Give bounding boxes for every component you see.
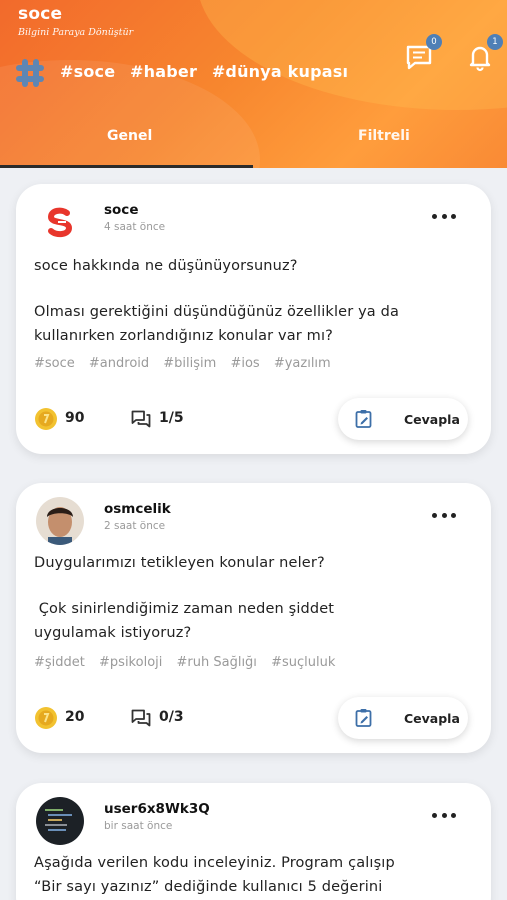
avatar[interactable]	[36, 198, 84, 246]
header-decoration	[197, 0, 507, 110]
app-header: soce Bilgini Paraya Dönüştür #soce #habe…	[0, 0, 507, 168]
messages-badge: 0	[426, 34, 442, 50]
messages-button[interactable]: 0	[404, 34, 442, 72]
post-tag[interactable]: #android	[89, 356, 149, 371]
answers-icon	[131, 709, 151, 727]
more-options-icon[interactable]	[432, 214, 456, 222]
post-tag[interactable]: #şiddet	[34, 655, 85, 670]
edit-icon	[355, 410, 372, 428]
post-tag[interactable]: #psikoloji	[99, 655, 162, 670]
post-tags: #şiddet #psikoloji #ruh Sağlığı #suçlulu…	[34, 655, 345, 670]
post-question[interactable]: Duygularımızı tetikleyen konular neler?	[34, 551, 479, 575]
trending-tag[interactable]: #haber	[130, 62, 197, 81]
post-question[interactable]: soce hakkında ne düşünüyorsunuz?	[34, 254, 479, 278]
code-screen-photo	[36, 797, 84, 845]
post-tag[interactable]: #yazılım	[274, 356, 331, 371]
answer-count: 0/3	[159, 709, 184, 725]
brand: soce Bilgini Paraya Dönüştür	[18, 4, 133, 38]
avatar[interactable]	[36, 797, 84, 845]
post-author[interactable]: user6x8Wk3Q	[104, 801, 210, 817]
post-time: 2 saat önce	[104, 520, 166, 532]
trending-tag[interactable]: #dünya kupası	[212, 62, 348, 81]
post-tag[interactable]: #ruh Sağlığı	[177, 655, 257, 670]
post-card[interactable]: soce 4 saat önce soce hakkında ne düşünü…	[16, 184, 491, 454]
feed-tabs: Genel Filtreli	[0, 118, 507, 168]
post-tag[interactable]: #bilişim	[163, 356, 216, 371]
post-tag[interactable]: #suçluluk	[271, 655, 335, 670]
post-tag[interactable]: #ios	[230, 356, 259, 371]
tab-filtreli[interactable]: Filtreli	[358, 128, 410, 144]
coin-icon	[35, 408, 57, 430]
edit-icon	[355, 709, 372, 727]
post-author[interactable]: soce	[104, 202, 138, 218]
coin-reward: 20	[65, 709, 85, 725]
post-card[interactable]: user6x8Wk3Q bir saat önce Aşağıda verile…	[16, 783, 491, 900]
post-tag[interactable]: #soce	[34, 356, 75, 371]
trending-tag[interactable]: #soce	[60, 62, 115, 81]
post-description[interactable]: Olması gerektiğini düşündüğünüz özellikl…	[34, 300, 479, 348]
trending-tags: #soce #haber #dünya kupası	[60, 62, 357, 81]
post-card[interactable]: osmcelik 2 saat önce Duygularımızı tetik…	[16, 483, 491, 753]
post-question[interactable]: Aşağıda verilen kodu inceleyiniz. Progra…	[34, 851, 479, 875]
coin-icon	[35, 707, 57, 729]
reply-button-label: Cevapla	[404, 710, 460, 726]
tab-genel[interactable]: Genel	[107, 128, 152, 144]
post-tags: #soce #android #bilişim #ios #yazılım	[34, 356, 341, 371]
app-name: soce	[18, 4, 63, 24]
notifications-badge: 1	[487, 34, 503, 50]
active-tab-indicator	[0, 165, 253, 168]
avatar[interactable]	[36, 497, 84, 545]
user-photo	[36, 497, 84, 545]
more-options-icon[interactable]	[432, 513, 456, 521]
soce-logo-icon	[36, 198, 84, 246]
answer-count: 1/5	[159, 410, 184, 426]
notifications-button[interactable]: 1	[465, 34, 503, 72]
post-time: 4 saat önce	[104, 221, 166, 233]
post-time: bir saat önce	[104, 820, 173, 832]
post-question-continued[interactable]: “Bir sayı yazınız” dediğinde kullanıcı 5…	[34, 875, 479, 899]
more-options-icon[interactable]	[432, 813, 456, 821]
post-author[interactable]: osmcelik	[104, 501, 171, 517]
reply-button[interactable]: Cevapla	[338, 697, 468, 739]
reply-button[interactable]: Cevapla	[338, 398, 468, 440]
app-slogan: Bilgini Paraya Dönüştür	[18, 27, 134, 38]
post-description[interactable]: Çok sinirlendiğimiz zaman neden şiddet u…	[34, 597, 414, 645]
reply-button-label: Cevapla	[404, 411, 460, 427]
answers-icon	[131, 410, 151, 428]
coin-reward: 90	[65, 410, 85, 426]
hashtag-icon[interactable]	[14, 57, 46, 89]
